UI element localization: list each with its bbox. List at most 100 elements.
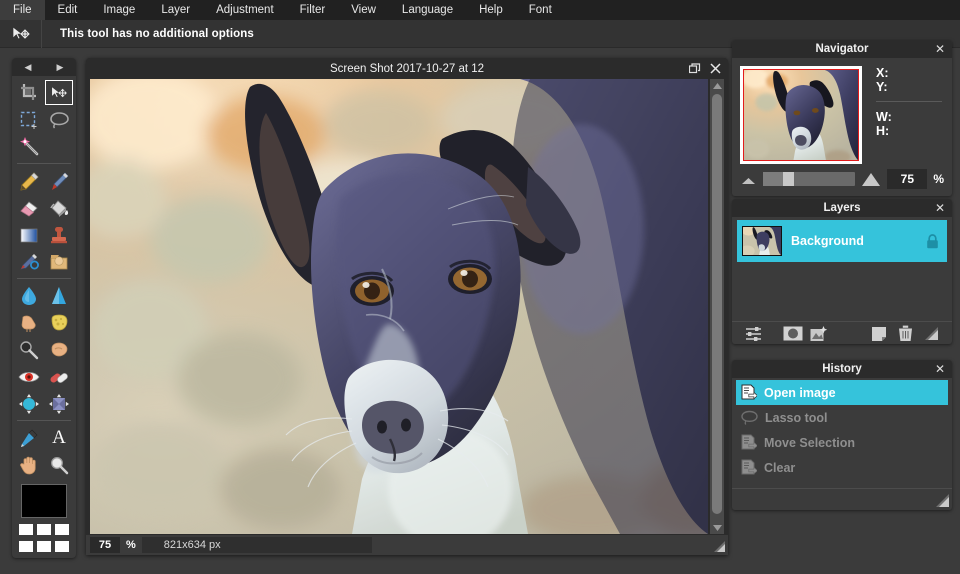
navigator-close-icon[interactable]: ✕ [935, 40, 945, 58]
palette-swatch[interactable] [55, 541, 69, 552]
navigator-zoom-input[interactable]: 75 [887, 169, 927, 189]
navigator-zoom-slider[interactable] [763, 172, 855, 186]
new-layer-button[interactable] [866, 324, 892, 344]
tool-eraser-tool[interactable] [14, 194, 44, 221]
tool-palette-nav: ◀ ▶ [12, 58, 76, 76]
palette-swatch-row-1 [19, 524, 69, 535]
history-close-icon[interactable]: ✕ [935, 360, 945, 378]
palette-swatch[interactable] [37, 524, 51, 535]
tool-zoom-tool[interactable] [44, 451, 74, 478]
tool-red-eye-tool[interactable] [14, 363, 44, 390]
scrollbar-thumb[interactable] [712, 94, 722, 514]
slider-knob[interactable] [783, 172, 794, 186]
window-resize-grip-icon[interactable] [714, 541, 725, 552]
navigator-title: Navigator [815, 43, 868, 55]
tool-clone-stamp-tool[interactable] [44, 221, 74, 248]
color-swatch-area [12, 478, 76, 552]
menu-item-layer[interactable]: Layer [148, 0, 203, 20]
image-editor-app: File Edit Image Layer Adjustment Filter … [0, 0, 960, 574]
tool-next-arrow-icon[interactable]: ▶ [57, 63, 64, 72]
menu-item-language[interactable]: Language [389, 0, 466, 20]
layer-lock-icon[interactable] [926, 234, 939, 249]
tool-crop-tool[interactable] [14, 79, 44, 106]
layer-mask-button[interactable] [780, 324, 806, 344]
tool-type-tool[interactable]: A [44, 424, 74, 451]
tool-paint-bucket-tool[interactable] [44, 194, 74, 221]
foreground-color-swatch[interactable] [21, 484, 67, 518]
tool-marquee-select-tool[interactable] [14, 106, 44, 133]
layers-toolbar-right-group [866, 324, 944, 344]
tool-eyedropper-tool[interactable] [14, 424, 44, 451]
layer-row-background[interactable]: Background [737, 220, 947, 262]
tool-spot-heal-tool[interactable] [44, 363, 74, 390]
document-title-bar[interactable]: Screen Shot 2017-10-27 at 12 [86, 58, 728, 79]
zoom-in-icon[interactable] [861, 172, 881, 187]
zoom-level-input[interactable]: 75 [90, 537, 120, 553]
zoom-percent-label: % [120, 539, 142, 551]
tool-lasso-tool[interactable] [44, 106, 74, 133]
menu-item-file[interactable]: File [0, 0, 45, 20]
layers-resize-grip-icon[interactable] [918, 324, 944, 344]
layer-settings-button[interactable] [740, 324, 766, 344]
close-window-icon[interactable] [710, 63, 721, 74]
tool-pinch-tool[interactable] [44, 390, 74, 417]
palette-swatch[interactable] [55, 524, 69, 535]
layers-title-bar[interactable]: Layers ✕ [732, 199, 952, 217]
navigator-thumbnail[interactable] [740, 66, 862, 164]
move-tool-icon [0, 20, 42, 48]
palette-swatch[interactable] [19, 524, 33, 535]
tool-bloat-tool[interactable] [14, 390, 44, 417]
menu-item-image[interactable]: Image [90, 0, 148, 20]
tool-smudge-tool[interactable] [14, 309, 44, 336]
image-dimensions-label: 821x634 px [142, 537, 372, 553]
menu-item-font[interactable]: Font [516, 0, 565, 20]
document-arrow-icon [741, 459, 757, 476]
tool-divider-3 [17, 420, 71, 421]
menu-item-help[interactable]: Help [466, 0, 516, 20]
history-panel: History ✕ Open image [732, 360, 952, 510]
delete-layer-button[interactable] [892, 324, 918, 344]
restore-window-icon[interactable] [689, 63, 701, 75]
menu-item-filter[interactable]: Filter [287, 0, 339, 20]
menu-item-edit[interactable]: Edit [45, 0, 91, 20]
history-item-clear[interactable]: Clear [736, 455, 948, 480]
tool-burn-tool[interactable] [44, 336, 74, 363]
tool-drawing-tool[interactable] [44, 248, 74, 275]
tool-divider-1 [17, 163, 71, 164]
tool-magic-wand-tool[interactable] [14, 133, 44, 160]
zoom-out-icon[interactable] [740, 173, 757, 185]
palette-swatch[interactable] [19, 541, 33, 552]
tool-dodge-tool[interactable] [14, 336, 44, 363]
canvas-vertical-scrollbar[interactable] [710, 79, 724, 534]
navigator-zoom-unit: % [933, 172, 944, 186]
scroll-down-arrow-icon[interactable] [710, 521, 724, 534]
navigator-body: X: Y: W: H: [732, 58, 952, 164]
layer-style-button[interactable] [806, 324, 832, 344]
history-list: Open image Lasso tool [732, 378, 952, 480]
tool-sharpen-tool[interactable] [44, 282, 74, 309]
navigator-title-bar[interactable]: Navigator ✕ [732, 40, 952, 58]
tool-gradient-tool[interactable] [14, 221, 44, 248]
tool-hand-tool[interactable] [14, 451, 44, 478]
history-title-bar[interactable]: History ✕ [732, 360, 952, 378]
layer-name-label: Background [791, 234, 917, 248]
tool-brush-tool[interactable] [44, 167, 74, 194]
history-item-move-selection[interactable]: Move Selection [736, 430, 948, 455]
tool-prev-arrow-icon[interactable]: ◀ [25, 63, 32, 72]
lasso-icon [741, 410, 758, 425]
palette-swatch[interactable] [37, 541, 51, 552]
history-item-lasso-tool[interactable]: Lasso tool [736, 405, 948, 430]
history-item-open-image[interactable]: Open image [736, 380, 948, 405]
tool-move-tool[interactable] [44, 79, 74, 106]
menu-item-view[interactable]: View [338, 0, 389, 20]
tool-color-replace-tool[interactable] [14, 248, 44, 275]
history-resize-grip-icon[interactable] [936, 494, 949, 507]
image-canvas[interactable] [90, 79, 708, 534]
tool-blur-tool[interactable] [14, 282, 44, 309]
scroll-up-arrow-icon[interactable] [710, 79, 724, 92]
navigator-viewport-rect[interactable] [743, 69, 859, 161]
layers-close-icon[interactable]: ✕ [935, 199, 945, 217]
menu-item-adjustment[interactable]: Adjustment [203, 0, 287, 20]
tool-pencil-tool[interactable] [14, 167, 44, 194]
tool-sponge-tool[interactable] [44, 309, 74, 336]
